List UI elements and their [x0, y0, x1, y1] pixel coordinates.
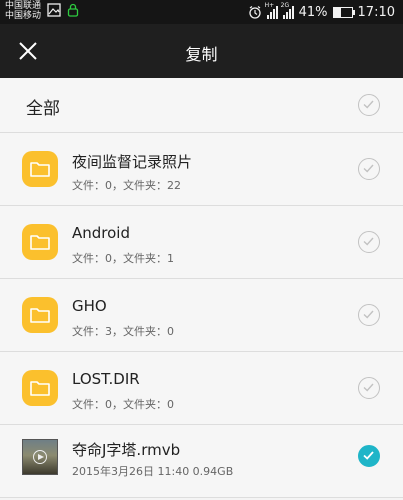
- item-checkbox-checked[interactable]: [358, 445, 380, 467]
- signal-2-icon: 2G: [280, 2, 294, 19]
- battery-icon: [332, 6, 355, 18]
- select-all-label: 全部: [26, 99, 60, 119]
- select-all-checkbox[interactable]: [358, 94, 380, 116]
- item-meta: 文件：0，文件夹：0: [72, 398, 174, 411]
- page-title: 复制: [185, 45, 218, 64]
- gallery-icon: [47, 3, 61, 17]
- play-icon: [33, 450, 47, 464]
- carrier-2: 中国移动: [5, 11, 42, 21]
- list-item[interactable]: GHO 文件：3，文件夹：0: [0, 279, 403, 352]
- item-name: LOST.DIR: [72, 370, 140, 388]
- list-item[interactable]: 夺命J字塔.rmvb 2015年3月26日 11:40 0.94GB: [0, 425, 403, 498]
- lock-icon: [67, 3, 79, 17]
- check-icon: [363, 310, 374, 319]
- item-checkbox[interactable]: [358, 231, 380, 253]
- item-meta: 2015年3月26日 11:40 0.94GB: [72, 465, 234, 478]
- status-bar: 中国联通 中国移动 H+ 2G 41% 17:10: [0, 0, 403, 24]
- video-thumbnail: [22, 439, 58, 475]
- item-meta: 文件：0，文件夹：1: [72, 252, 174, 265]
- carrier-labels: 中国联通 中国移动: [5, 1, 41, 21]
- clock: 17:10: [357, 4, 395, 20]
- list-item[interactable]: LOST.DIR 文件：0，文件夹：0: [0, 352, 403, 425]
- check-icon: [363, 100, 374, 109]
- alarm-icon: [248, 6, 261, 19]
- item-checkbox[interactable]: [358, 377, 380, 399]
- folder-icon: [22, 151, 58, 187]
- carrier-1: 中国联通: [5, 1, 42, 11]
- check-icon: [363, 383, 374, 392]
- check-icon: [363, 164, 374, 173]
- item-name: GHO: [72, 297, 107, 315]
- network-tag-1: H+: [264, 2, 275, 9]
- item-name: 夺命J字塔.rmvb: [72, 441, 181, 459]
- select-all-row[interactable]: 全部: [0, 78, 403, 133]
- check-icon: [363, 237, 374, 246]
- list-item[interactable]: 夜间监督记录照片 文件：0，文件夹：22: [0, 133, 403, 206]
- signal-1-icon: H+: [264, 2, 278, 19]
- list-item[interactable]: Android 文件：0，文件夹：1: [0, 206, 403, 279]
- item-name: Android: [72, 224, 130, 242]
- item-checkbox[interactable]: [358, 304, 380, 326]
- check-icon: [363, 451, 374, 460]
- item-meta: 文件：0，文件夹：22: [72, 179, 181, 192]
- file-list: 全部 夜间监督记录照片 文件：0，文件夹：22 Android 文件：0，文件夹…: [0, 78, 403, 498]
- item-checkbox[interactable]: [358, 158, 380, 180]
- battery-percent: 41%: [298, 4, 328, 20]
- folder-icon: [22, 370, 58, 406]
- folder-icon: [22, 297, 58, 333]
- item-name: 夜间监督记录照片: [72, 153, 193, 171]
- item-meta: 文件：3，文件夹：0: [72, 325, 174, 338]
- network-tag-2: 2G: [280, 2, 290, 9]
- title-bar: 复制: [0, 24, 403, 78]
- folder-icon: [22, 224, 58, 260]
